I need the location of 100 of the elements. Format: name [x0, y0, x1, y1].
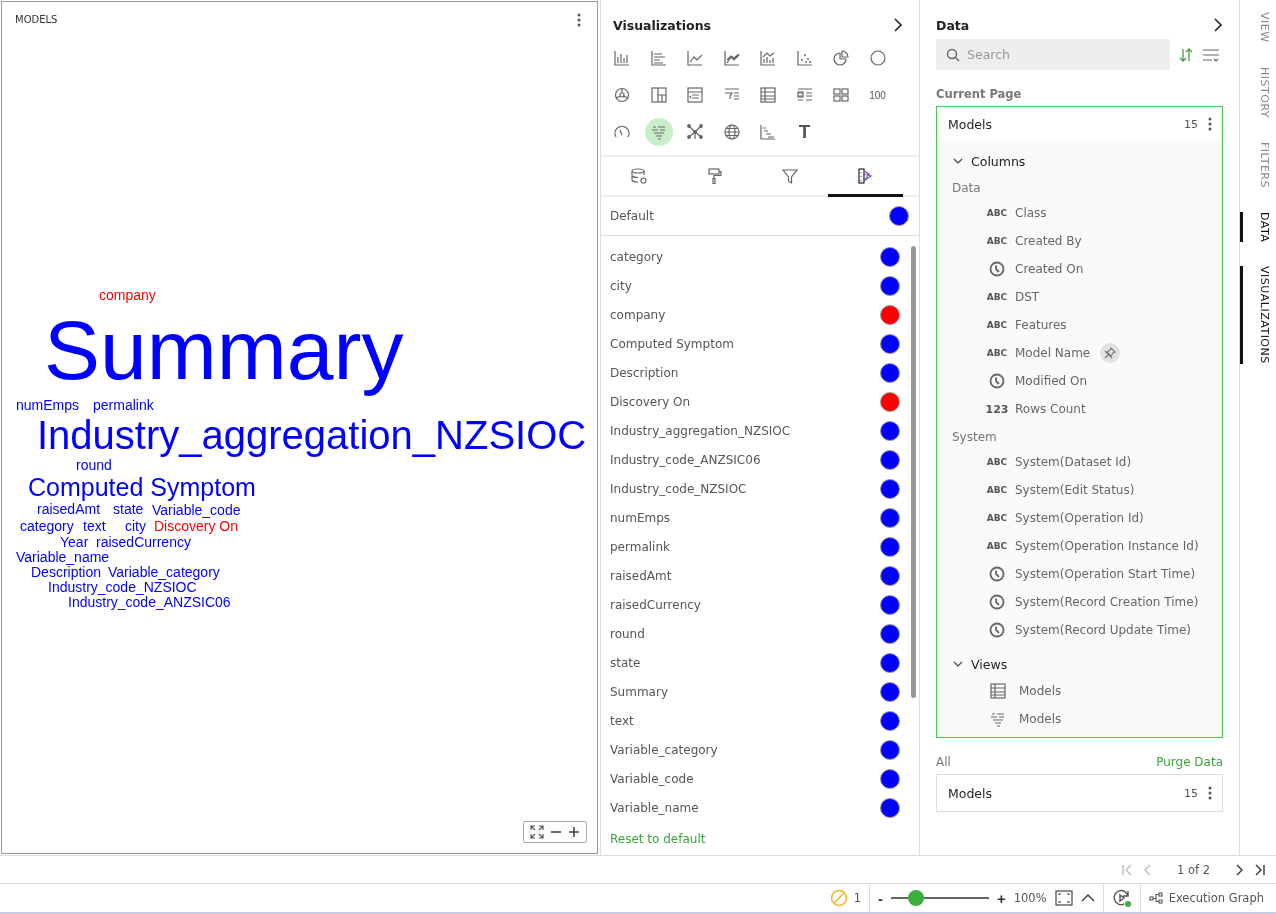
collapse-chevron-icon[interactable]	[893, 18, 903, 32]
side-tab[interactable]: HISTORY	[1240, 66, 1275, 118]
color-swatch[interactable]	[880, 507, 900, 528]
color-swatch[interactable]	[880, 246, 900, 267]
fit-screen-icon[interactable]	[530, 825, 544, 839]
more-options-icon[interactable]	[577, 13, 581, 27]
field-name: Industry_code_ANZSIC06	[610, 452, 761, 467]
word-cloud-word: Variable_category	[108, 565, 220, 581]
search-icon	[946, 48, 960, 62]
zoom-in-button[interactable]: +	[996, 889, 1006, 907]
column-name[interactable]: System(Record Creation Time)	[1015, 595, 1199, 609]
color-swatch[interactable]	[889, 206, 909, 226]
more-options-icon[interactable]	[1208, 117, 1212, 131]
word-cloud-icon	[989, 710, 1007, 728]
bar-chart-icon	[649, 49, 668, 67]
color-swatch[interactable]	[880, 449, 900, 470]
word-cloud-word: company	[99, 288, 156, 304]
caret-down-icon[interactable]	[953, 157, 963, 165]
last-page-icon[interactable]	[1254, 863, 1266, 876]
zoom-out-button[interactable]: -	[877, 889, 883, 907]
color-swatch[interactable]	[880, 536, 900, 557]
field-name: Variable_category	[610, 742, 718, 757]
column-name[interactable]: Model Name	[1015, 346, 1091, 360]
column-name[interactable]: System(Edit Status)	[1015, 483, 1135, 497]
scrollbar[interactable]	[911, 246, 916, 698]
next-page-icon[interactable]	[1234, 863, 1244, 876]
group-header[interactable]: Views	[971, 656, 1008, 672]
view-name[interactable]: Models	[1019, 712, 1062, 726]
column-name[interactable]: System(Operation Instance Id)	[1015, 539, 1199, 553]
slider-thumb[interactable]	[908, 890, 925, 906]
column-name[interactable]: Features	[1015, 318, 1067, 332]
side-tab[interactable]: VISUALIZATIONS	[1240, 266, 1275, 364]
field-name: Variable_code	[610, 771, 694, 786]
clock-icon	[989, 261, 1005, 277]
collapse-chevron-icon[interactable]	[1213, 18, 1223, 32]
word-cloud-word: Year	[60, 535, 89, 551]
color-swatch[interactable]	[880, 420, 900, 441]
reset-link[interactable]: Reset to default	[601, 832, 919, 855]
more-options-icon[interactable]	[1208, 786, 1212, 800]
color-swatch[interactable]	[880, 768, 900, 789]
color-swatch[interactable]	[880, 478, 900, 499]
tiles-icon	[832, 86, 850, 104]
color-swatch[interactable]	[880, 565, 900, 586]
word-cloud-word: Industry_code_ANZSIC06	[68, 595, 231, 611]
chart-type-button[interactable]: T	[790, 118, 819, 146]
pin-button[interactable]	[1100, 343, 1121, 363]
fit-screen-icon[interactable]	[1054, 890, 1073, 906]
column-chart-icon	[613, 49, 631, 67]
side-tab[interactable]: VIEW	[1240, 12, 1275, 43]
group-header[interactable]: Columns	[971, 153, 1026, 169]
word-cloud-word: permalink	[93, 398, 154, 414]
color-swatch[interactable]	[880, 739, 900, 760]
paint-roller-icon	[705, 166, 724, 185]
color-swatch[interactable]	[880, 681, 900, 702]
word-cloud-word: Variable_name	[16, 550, 110, 566]
color-swatch[interactable]	[880, 710, 900, 731]
chart-type-button[interactable]: 100	[863, 81, 892, 109]
field-name: Industry_aggregation_NZSIOC	[610, 423, 791, 438]
view-name[interactable]: Models	[1019, 684, 1062, 698]
color-swatch[interactable]	[880, 304, 900, 325]
dataset-name[interactable]: Models	[948, 116, 1174, 132]
field-name: state	[610, 655, 641, 670]
purge-link[interactable]: Purge Data	[1156, 755, 1223, 769]
side-tab[interactable]: DATA	[1240, 211, 1275, 242]
page-indicator: 1 of 2	[1175, 862, 1211, 877]
column-name[interactable]: Class	[1015, 206, 1047, 220]
section-label: Current Page	[936, 87, 1023, 101]
column-name[interactable]: DST	[1015, 290, 1040, 304]
search-field[interactable]: Search	[936, 39, 1170, 70]
field-name: raisedAmt	[610, 568, 672, 583]
type-label: ABC	[986, 457, 1008, 467]
column-name[interactable]: System(Dataset Id)	[1015, 455, 1132, 469]
color-swatch[interactable]	[880, 652, 900, 673]
color-swatch[interactable]	[880, 362, 900, 383]
caret-down-icon[interactable]	[953, 660, 963, 668]
column-name[interactable]: Modified On	[1015, 374, 1088, 388]
sort-icon[interactable]	[1178, 46, 1194, 63]
color-swatch[interactable]	[880, 623, 900, 644]
chevron-up-icon[interactable]	[1080, 893, 1095, 903]
color-swatch[interactable]	[880, 797, 900, 818]
column-name[interactable]: Created On	[1015, 262, 1084, 276]
column-name[interactable]: System(Operation Start Time)	[1015, 567, 1196, 581]
globe-icon	[722, 123, 741, 141]
execution-graph-button[interactable]: Execution Graph	[1140, 891, 1276, 905]
field-name: Industry_code_NZSIOC	[610, 481, 747, 496]
column-name[interactable]: Created By	[1015, 234, 1082, 248]
color-swatch[interactable]	[880, 333, 900, 354]
color-swatch[interactable]	[880, 275, 900, 296]
word-cloud-word: Variable_code	[152, 503, 241, 519]
word-cloud-word: numEmps	[16, 398, 80, 414]
color-swatch[interactable]	[880, 391, 900, 412]
zoom-in-icon[interactable]	[568, 826, 580, 838]
column-name[interactable]: System(Operation Id)	[1015, 511, 1144, 525]
run-status-icon[interactable]	[1111, 888, 1132, 908]
column-name[interactable]: System(Record Update Time)	[1015, 623, 1192, 637]
column-name[interactable]: Rows Count	[1015, 402, 1086, 416]
dataset-name[interactable]: Models	[948, 785, 1174, 801]
side-tab[interactable]: FILTERS	[1240, 141, 1275, 188]
dataset-card[interactable]: Models 15	[936, 774, 1223, 812]
color-swatch[interactable]	[880, 594, 900, 615]
